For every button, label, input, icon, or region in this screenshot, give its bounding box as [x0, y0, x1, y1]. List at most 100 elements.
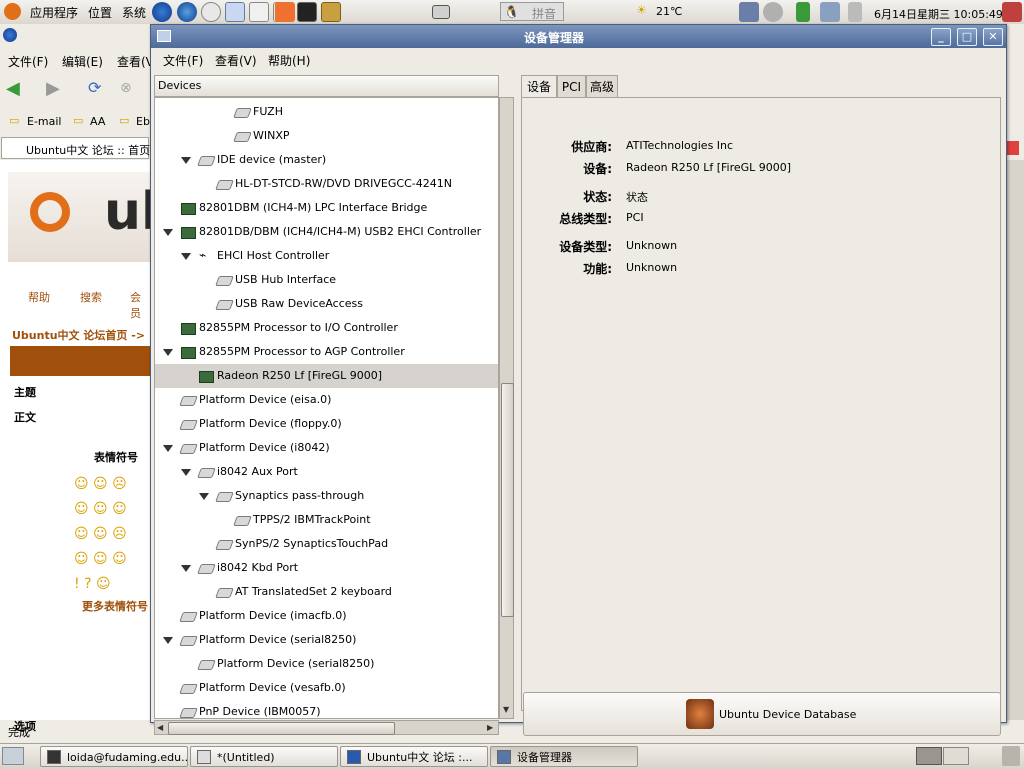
tree-row[interactable]: Platform Device (vesafb.0): [155, 676, 498, 700]
tree-row[interactable]: SynPS/2 SynapticsTouchPad: [155, 532, 498, 556]
tab-device[interactable]: 设备: [521, 75, 557, 98]
trash-icon[interactable]: [1002, 746, 1020, 766]
ubuntu-device-database-button[interactable]: Ubuntu Device Database: [523, 692, 1001, 736]
quit-icon[interactable]: [1002, 2, 1022, 22]
tree-row[interactable]: i8042 Kbd Port: [155, 556, 498, 580]
taskbar-button[interactable]: Ubuntu中文 论坛 :...: [340, 746, 488, 767]
tree-row[interactable]: Platform Device (serial8250): [155, 628, 498, 652]
property-value[interactable]: 状态: [626, 189, 648, 205]
expander-triangle-icon[interactable]: [163, 349, 173, 356]
menu-file[interactable]: 文件(F): [163, 52, 203, 69]
tab-advanced[interactable]: 高级: [586, 75, 618, 97]
tree-row[interactable]: Radeon R250 Lf [FireGL 9000]: [155, 364, 498, 388]
property-value[interactable]: Unknown: [626, 239, 677, 252]
device-tree[interactable]: FUZH WINXP IDE device (master) HL-DT-STCD-R…: [154, 97, 499, 719]
menu-help[interactable]: 帮助(H): [268, 52, 310, 69]
scroll-left-arrow-icon[interactable]: ◀: [157, 723, 163, 732]
property-value[interactable]: Unknown: [626, 261, 677, 274]
taskbar-button[interactable]: 设备管理器: [490, 746, 638, 767]
tree-row[interactable]: AT TranslatedSet 2 keyboard: [155, 580, 498, 604]
gear-icon[interactable]: [763, 2, 783, 22]
system-menu[interactable]: 系统: [122, 4, 146, 21]
weather-temperature[interactable]: 21℃: [656, 5, 682, 18]
network-icon[interactable]: [820, 2, 840, 22]
tree-row[interactable]: 82855PM Processor to AGP Controller: [155, 340, 498, 364]
keyboard-indicator-icon[interactable]: [432, 5, 450, 19]
browser-tab[interactable]: Ubuntu中文 论坛 :: 首页: [1, 137, 150, 159]
chart-app-icon[interactable]: [225, 2, 245, 22]
tab-close-icon[interactable]: [1005, 141, 1019, 155]
tree-row[interactable]: Platform Device (eisa.0): [155, 388, 498, 412]
workspace-switcher[interactable]: [916, 747, 942, 765]
tree-row[interactable]: Platform Device (floppy.0): [155, 412, 498, 436]
firefox-icon[interactable]: [152, 2, 172, 22]
minimize-button[interactable]: _: [931, 28, 951, 46]
tree-row[interactable]: Platform Device (i8042): [155, 436, 498, 460]
input-method-box[interactable]: 🐧 拼音: [500, 2, 564, 21]
nav-help-link[interactable]: 帮助: [28, 289, 50, 305]
tree-row[interactable]: 82801DBM (ICH4-M) LPC Interface Bridge: [155, 196, 498, 220]
tree-row[interactable]: Platform Device (imacfb.0): [155, 604, 498, 628]
tree-row[interactable]: PnP Device (IBM0057): [155, 700, 498, 718]
volume-icon[interactable]: [848, 2, 862, 22]
expander-triangle-icon[interactable]: [199, 493, 209, 500]
impress-app-icon[interactable]: [275, 2, 295, 22]
places-menu[interactable]: 位置: [88, 4, 112, 21]
taskbar-button[interactable]: loida@fudaming.edu...: [40, 746, 188, 767]
expander-triangle-icon[interactable]: [181, 565, 191, 572]
expander-triangle-icon[interactable]: [181, 469, 191, 476]
ff-menu-edit[interactable]: 编辑(E): [62, 53, 103, 70]
tree-row[interactable]: 82855PM Processor to I/O Controller: [155, 316, 498, 340]
workspace-2[interactable]: [943, 747, 969, 765]
tree-row[interactable]: USB Hub Interface: [155, 268, 498, 292]
maximize-button[interactable]: □: [957, 28, 977, 46]
property-value[interactable]: ATITechnologies Inc: [626, 139, 733, 152]
notes-app-icon[interactable]: [321, 2, 341, 22]
show-desktop-button[interactable]: [2, 747, 24, 765]
ff-right-scrollbar[interactable]: [1006, 160, 1024, 720]
ff-menu-file[interactable]: 文件(F): [8, 53, 48, 70]
tree-row[interactable]: ⌁ EHCI Host Controller: [155, 244, 498, 268]
tree-row[interactable]: USB Raw DeviceAccess: [155, 292, 498, 316]
emoticon-grid[interactable]: ☺ ☺ ☹ ☺ ☺ ☺ ☺ ☺ ☹ ☺ ☺ ☺! ? ☺: [74, 472, 144, 592]
tree-vertical-scrollbar[interactable]: ▼: [499, 97, 514, 719]
scroll-down-arrow-icon[interactable]: ▼: [503, 705, 509, 714]
tree-row[interactable]: FUZH: [155, 100, 498, 124]
tree-horizontal-scroll-thumb[interactable]: [168, 722, 395, 735]
tree-row[interactable]: Synaptics pass-through: [155, 484, 498, 508]
clock-app-icon[interactable]: [201, 2, 221, 22]
expander-triangle-icon[interactable]: [163, 445, 173, 452]
tree-row[interactable]: TPPS/2 IBMTrackPoint: [155, 508, 498, 532]
window-menu-icon[interactable]: [157, 30, 171, 42]
back-icon[interactable]: ◀: [6, 78, 20, 99]
lock-icon[interactable]: [739, 2, 759, 22]
property-value[interactable]: Radeon R250 Lf [FireGL 9000]: [626, 161, 791, 174]
tree-column-header[interactable]: Devices: [154, 75, 499, 97]
expander-triangle-icon[interactable]: [181, 157, 191, 164]
weather-icon[interactable]: ☀: [636, 3, 647, 17]
bookmark-email[interactable]: E-mail: [27, 115, 62, 128]
tree-horizontal-scrollbar[interactable]: ◀ ▶: [154, 720, 499, 735]
tab-pci[interactable]: PCI: [557, 75, 586, 97]
applications-menu[interactable]: 应用程序: [30, 4, 78, 21]
property-value[interactable]: PCI: [626, 211, 644, 224]
bookmark-eb[interactable]: Eb: [136, 115, 150, 128]
reload-icon[interactable]: ⟳: [88, 78, 101, 97]
forum-breadcrumb[interactable]: Ubuntu中文 论坛首页 ->: [12, 327, 145, 343]
battery-icon[interactable]: [796, 2, 810, 22]
more-emoticons-link[interactable]: 更多表情符号: [82, 598, 148, 614]
forward-icon[interactable]: ▶: [46, 78, 60, 99]
expander-triangle-icon[interactable]: [163, 229, 173, 236]
tree-row[interactable]: Platform Device (serial8250): [155, 652, 498, 676]
writer-app-icon[interactable]: [249, 2, 269, 22]
tree-row[interactable]: WINXP: [155, 124, 498, 148]
bookmark-aa[interactable]: AA: [90, 115, 105, 128]
expander-triangle-icon[interactable]: [163, 637, 173, 644]
menu-view[interactable]: 查看(V): [215, 52, 257, 69]
expander-triangle-icon[interactable]: [181, 253, 191, 260]
stop-icon[interactable]: ⊗: [120, 80, 132, 96]
scroll-right-arrow-icon[interactable]: ▶: [487, 723, 493, 732]
clock[interactable]: 6月14日星期三 10:05:49: [874, 6, 1003, 22]
title-bar[interactable]: 设备管理器 _ □ ✕: [151, 25, 1006, 48]
pane-splitter[interactable]: [515, 75, 520, 735]
